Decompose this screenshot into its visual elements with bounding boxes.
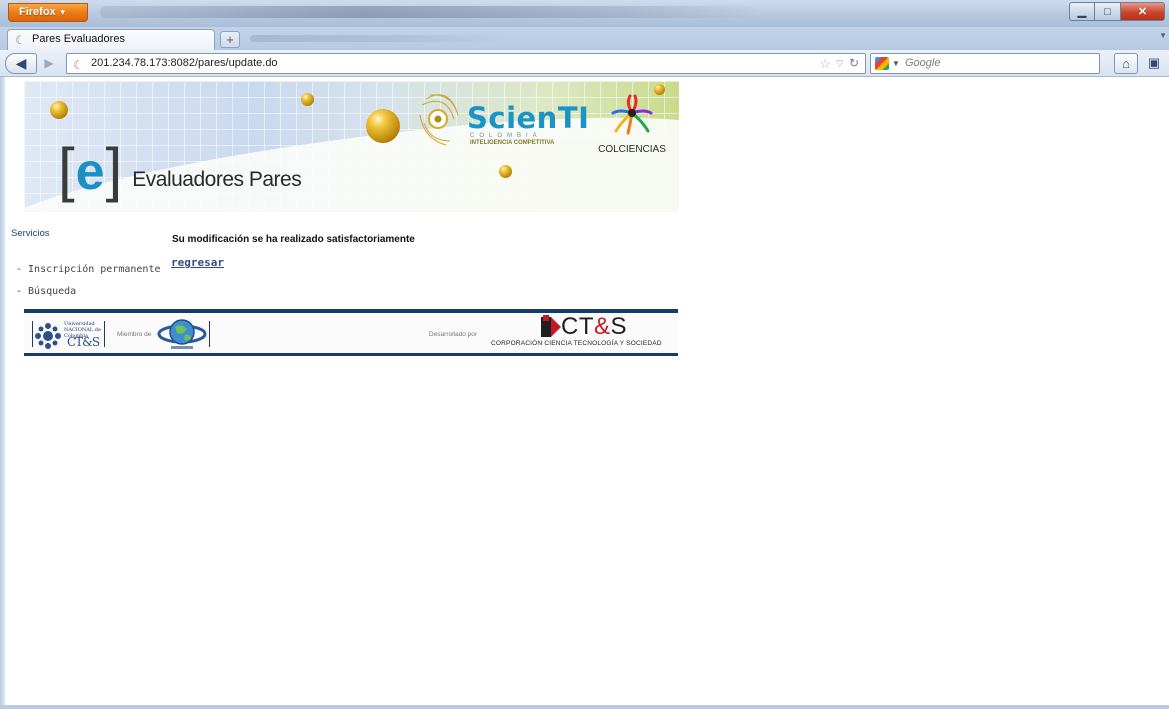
bookmark-star-icon[interactable]: ☆: [819, 54, 831, 73]
chevron-down-icon: ▼: [58, 8, 67, 17]
divider: [209, 321, 210, 347]
site-identity-icon[interactable]: ☾: [73, 56, 84, 75]
bookmarks-blurred: [250, 35, 510, 42]
addon-icon: ▣: [1147, 55, 1161, 70]
sidebar-item-inscripcion[interactable]: - Inscripción permanente: [16, 264, 161, 275]
firefox-menu-label: Firefox: [19, 6, 56, 18]
tab-list-icon[interactable]: ▼: [1159, 31, 1167, 40]
reload-icon[interactable]: ↻: [849, 54, 859, 73]
cts-wordmark-suffix: S: [610, 313, 628, 340]
colciencias-name: COLCIENCIAS: [598, 144, 666, 155]
tab-pares-evaluadores[interactable]: ☾ Pares Evaluadores: [7, 29, 215, 50]
window-frame-bottom: [0, 705, 1169, 709]
cts-logo: CT&S: [541, 315, 627, 339]
navigation-toolbar: ◀ ▶ ☾ 201.234.78.173:8082/pares/update.d…: [0, 50, 1169, 77]
bracket-open: [: [58, 136, 75, 203]
sidebar-title[interactable]: Servicios: [11, 228, 161, 239]
evaluadores-pares-logo: [ e ] Evaluadores Pares: [58, 136, 302, 203]
success-message: Su modificación se ha realizado satisfac…: [172, 234, 415, 245]
unal-cts: CT&S: [67, 335, 100, 349]
scienti-name: ScienTI: [467, 101, 590, 135]
divider: [104, 321, 105, 347]
window-title-blurred: [100, 6, 760, 18]
colciencias-logo: COLCIENCIAS: [587, 93, 677, 155]
url-text: 201.234.78.173:8082/pares/update.do: [91, 57, 278, 69]
new-tab-button[interactable]: +: [220, 31, 240, 48]
back-link[interactable]: regresar: [171, 256, 224, 269]
gold-orb-icon: [50, 101, 68, 119]
search-bar[interactable]: ▼ Google ⚲: [870, 53, 1125, 74]
cts-full-name: CORPORACIÓN CIENCIA TECNOLOGÍA Y SOCIEDA…: [491, 340, 662, 347]
sidebar: Servicios - Inscripción permanente - Bús…: [11, 228, 161, 297]
scienti-logo: ScienTI COLOMBIA INTELIGENCIA COMPETITIV…: [467, 103, 589, 146]
url-bar[interactable]: ☾ 201.234.78.173:8082/pares/update.do ☆ …: [66, 53, 866, 74]
loading-icon: ☾: [15, 33, 26, 47]
close-window-button[interactable]: ✕: [1121, 2, 1165, 21]
minimize-button[interactable]: ▁: [1069, 2, 1095, 21]
firefox-menu-button[interactable]: Firefox ▼: [8, 3, 88, 22]
arrow-left-icon: ◀: [15, 55, 27, 71]
scienti-tagline: INTELIGENCIA COMPETITIVA: [470, 140, 555, 146]
cts-wordmark: CT&S: [561, 313, 627, 340]
cts-flag-icon: [541, 315, 561, 337]
colciencias-star-icon: [611, 94, 653, 135]
window-controls: ▁ □ ✕: [1069, 2, 1165, 22]
gold-orb-icon: [366, 109, 400, 143]
chevron-down-icon[interactable]: ▼: [892, 54, 900, 73]
gold-orb-icon: [301, 93, 314, 106]
addon-button[interactable]: ▣: [1142, 53, 1166, 74]
window-titlebar: Firefox ▼ ▁ □ ✕: [0, 0, 1169, 27]
bracket-close: ]: [105, 136, 123, 203]
cts-wordmark-amp: &: [594, 313, 611, 340]
search-placeholder: Google: [905, 57, 941, 69]
header-banner: ScienTI COLOMBIA INTELIGENCIA COMPETITIV…: [24, 81, 679, 212]
arrow-right-icon: ▶: [44, 56, 54, 70]
tab-strip: ☾ Pares Evaluadores + ▼: [0, 27, 1169, 50]
back-button[interactable]: ◀: [5, 53, 37, 74]
globe-network-icon: [157, 319, 207, 349]
developed-by-label: Desarrollado por: [429, 331, 478, 338]
back-forward-group: ◀ ▶: [5, 53, 63, 74]
sidebar-item-busqueda[interactable]: - Búsqueda: [16, 286, 76, 297]
history-dropdown-icon[interactable]: ▽: [836, 54, 843, 73]
forward-button[interactable]: ▶: [38, 55, 60, 72]
footer: Universidad NACIONAL de Colombia CT&S Mi…: [24, 309, 678, 356]
gold-orb-icon: [499, 165, 512, 178]
divider: [32, 321, 33, 347]
home-button[interactable]: ⌂: [1114, 53, 1138, 74]
tab-title: Pares Evaluadores: [32, 33, 125, 45]
scienti-swirl-icon: [419, 94, 459, 146]
window-frame-left: [0, 77, 5, 709]
home-icon: ⌂: [1122, 56, 1130, 71]
site-title: Evaluadores Pares: [132, 168, 302, 191]
unal-seal-icon: [35, 323, 61, 349]
cts-wordmark-prefix: CT: [561, 313, 594, 340]
unal-logo: Universidad NACIONAL de Colombia CT&S: [34, 319, 106, 349]
e-logo-letter: e: [75, 143, 105, 201]
maximize-button[interactable]: □: [1095, 2, 1121, 21]
google-engine-icon[interactable]: [875, 57, 889, 70]
member-of-label: Miembro de: [117, 331, 152, 338]
